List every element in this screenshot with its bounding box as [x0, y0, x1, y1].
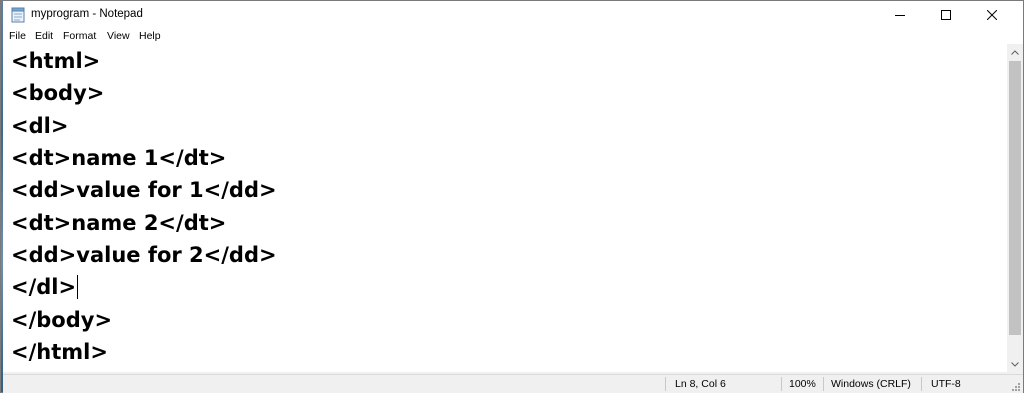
status-bar: Ln 8, Col 6 100% Windows (CRLF) UTF-8 — [3, 374, 1023, 393]
text-line: </dl> — [11, 275, 77, 299]
text-line: </body> — [11, 308, 113, 332]
menu-help[interactable]: Help — [139, 29, 161, 43]
text-editor[interactable]: <html> <body> <dl> <dt>name 1</dt> <dd>v… — [3, 44, 1007, 372]
resize-grip-icon[interactable] — [1011, 379, 1021, 391]
close-button[interactable] — [969, 1, 1015, 29]
status-line-ending: Windows (CRLF) — [831, 378, 911, 390]
text-line: <dt>name 1</dt> — [11, 146, 227, 170]
status-divider — [781, 377, 782, 391]
notepad-window: myprogram - Notepad File Edit Format Vie… — [0, 0, 1024, 393]
scroll-up-button[interactable] — [1007, 44, 1023, 60]
title-bar[interactable]: myprogram - Notepad — [3, 1, 1023, 29]
minimize-button[interactable] — [877, 1, 923, 29]
menu-edit[interactable]: Edit — [35, 29, 53, 43]
text-line: <html> — [11, 49, 101, 73]
maximize-button[interactable] — [923, 1, 969, 29]
text-line: </html> — [11, 340, 108, 364]
status-encoding: UTF-8 — [931, 378, 961, 390]
text-caret — [77, 275, 79, 299]
menu-format[interactable]: Format — [63, 29, 96, 43]
vertical-scrollbar[interactable] — [1007, 44, 1023, 372]
menu-file[interactable]: File — [9, 29, 26, 43]
chevron-up-icon — [1011, 49, 1019, 55]
text-line: <dd>value for 1</dd> — [11, 178, 277, 202]
scroll-thumb[interactable] — [1009, 61, 1021, 335]
text-line: <body> — [11, 81, 105, 105]
window-title: myprogram - Notepad — [31, 8, 143, 20]
menu-bar: File Edit Format View Help — [3, 29, 1023, 43]
minimize-icon — [895, 15, 905, 16]
status-divider — [921, 377, 922, 391]
notepad-icon — [11, 7, 25, 23]
maximize-icon — [941, 10, 951, 20]
text-line-caret: </dl> — [11, 275, 79, 299]
status-divider — [823, 377, 824, 391]
close-icon — [987, 10, 997, 20]
menu-view[interactable]: View — [107, 29, 130, 43]
text-line: <dt>name 2</dt> — [11, 211, 227, 235]
text-line: <dl> — [11, 114, 69, 138]
text-line: <dd>value for 2</dd> — [11, 243, 277, 267]
status-cursor-position: Ln 8, Col 6 — [675, 378, 726, 390]
chevron-down-icon — [1011, 361, 1019, 367]
status-zoom: 100% — [789, 378, 816, 390]
status-divider — [665, 377, 666, 391]
scroll-down-button[interactable] — [1007, 356, 1023, 372]
